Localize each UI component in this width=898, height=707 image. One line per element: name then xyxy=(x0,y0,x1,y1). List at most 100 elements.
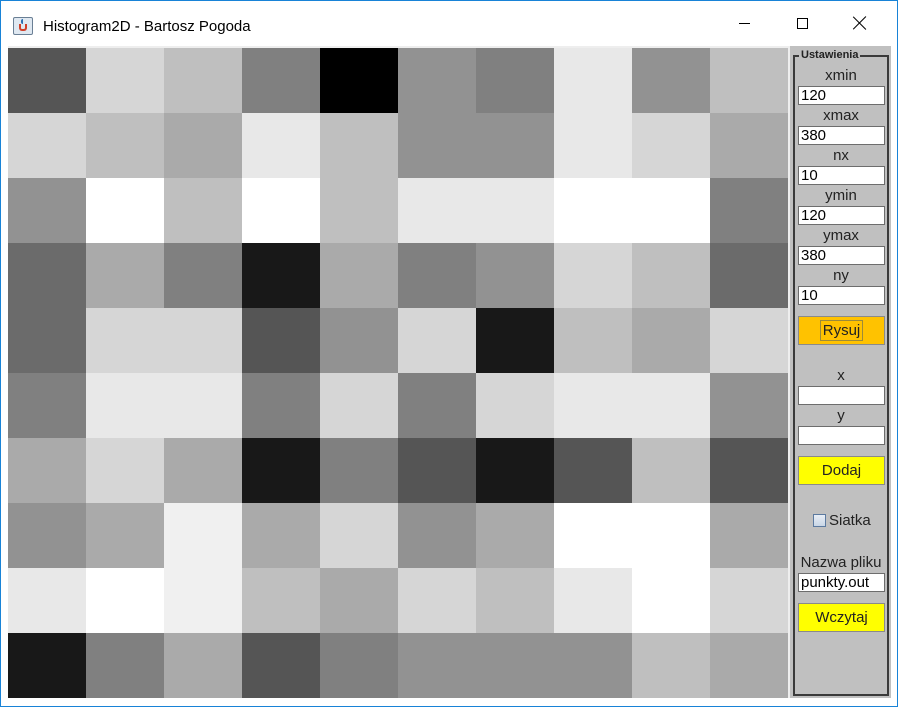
load-button[interactable]: Wczytaj xyxy=(798,603,885,632)
histogram-cell xyxy=(710,633,788,698)
minimize-icon xyxy=(738,22,750,24)
histogram-cell xyxy=(710,568,788,633)
x-input[interactable] xyxy=(798,386,885,405)
histogram-cell xyxy=(86,438,164,503)
histogram-cell xyxy=(476,48,554,113)
close-button[interactable] xyxy=(837,1,883,45)
histogram-cell xyxy=(476,178,554,243)
histogram-cell xyxy=(8,503,86,568)
title-bar[interactable]: Histogram2D - Bartosz Pogoda xyxy=(1,1,897,45)
histogram-cell xyxy=(164,113,242,178)
histogram-cell xyxy=(554,48,632,113)
histogram-cell xyxy=(710,113,788,178)
ymin-input[interactable] xyxy=(798,206,885,225)
histogram-cell xyxy=(86,373,164,438)
histogram-cell xyxy=(242,373,320,438)
histogram-cell xyxy=(242,308,320,373)
histogram-cell xyxy=(476,438,554,503)
histogram-cell xyxy=(320,438,398,503)
histogram-cell xyxy=(398,633,476,698)
histogram-cell xyxy=(632,243,710,308)
histogram-cell xyxy=(242,178,320,243)
histogram-cell xyxy=(476,243,554,308)
histogram-cell xyxy=(710,308,788,373)
y-input[interactable] xyxy=(798,426,885,445)
histogram-cell xyxy=(320,308,398,373)
histogram-cell xyxy=(710,373,788,438)
settings-panel: Ustawienia xmin xmax nx ymin ymax ny Rys… xyxy=(790,46,891,698)
histogram-cell xyxy=(8,438,86,503)
histogram-cell xyxy=(398,503,476,568)
histogram-cell xyxy=(242,113,320,178)
histogram-cell xyxy=(398,243,476,308)
histogram-cell xyxy=(554,178,632,243)
histogram-cell xyxy=(632,178,710,243)
histogram-cell xyxy=(164,48,242,113)
histogram-cell xyxy=(320,243,398,308)
histogram-cell xyxy=(8,373,86,438)
histogram-cell xyxy=(320,178,398,243)
histogram-cell xyxy=(632,373,710,438)
histogram-cell xyxy=(632,438,710,503)
histogram-cell xyxy=(476,568,554,633)
histogram-cell xyxy=(710,48,788,113)
histogram-cell xyxy=(320,113,398,178)
xmin-input[interactable] xyxy=(798,86,885,105)
histogram-cell xyxy=(86,178,164,243)
histogram-cell xyxy=(86,503,164,568)
minimize-button[interactable] xyxy=(721,1,767,45)
histogram-cell xyxy=(632,633,710,698)
histogram-cell xyxy=(554,633,632,698)
grid-toggle[interactable]: Siatka xyxy=(813,512,871,529)
histogram-cell xyxy=(164,633,242,698)
histogram-cell xyxy=(632,568,710,633)
histogram-cell xyxy=(398,438,476,503)
histogram-cell xyxy=(476,308,554,373)
nx-label: nx xyxy=(833,147,849,164)
histogram-cell xyxy=(632,48,710,113)
histogram-cell xyxy=(710,503,788,568)
filename-input[interactable] xyxy=(798,573,885,592)
histogram-canvas[interactable] xyxy=(8,48,790,698)
histogram-cell xyxy=(86,633,164,698)
ymin-label: ymin xyxy=(825,187,857,204)
histogram-cell xyxy=(164,308,242,373)
histogram-cell xyxy=(242,568,320,633)
settings-group: Ustawienia xmin xmax nx ymin ymax ny Rys… xyxy=(793,49,889,696)
xmin-label: xmin xyxy=(825,67,857,84)
ny-label: ny xyxy=(833,267,849,284)
histogram-cell xyxy=(398,113,476,178)
ny-input[interactable] xyxy=(798,286,885,305)
draw-button[interactable]: Rysuj xyxy=(798,316,885,345)
histogram-cell xyxy=(164,438,242,503)
app-window: Histogram2D - Bartosz Pogoda Ustawienia … xyxy=(0,0,898,707)
histogram-cell xyxy=(86,243,164,308)
client-area: Ustawienia xmin xmax nx ymin ymax ny Rys… xyxy=(8,46,891,698)
histogram-cell xyxy=(554,113,632,178)
histogram-cell xyxy=(164,503,242,568)
histogram-cell xyxy=(320,373,398,438)
xmax-input[interactable] xyxy=(798,126,885,145)
histogram-cell xyxy=(554,568,632,633)
histogram-cell xyxy=(320,503,398,568)
histogram-cell xyxy=(554,243,632,308)
maximize-button[interactable] xyxy=(779,1,825,45)
load-button-label: Wczytaj xyxy=(815,609,868,626)
histogram-cell xyxy=(242,48,320,113)
histogram-cell xyxy=(164,243,242,308)
histogram-cell xyxy=(242,438,320,503)
histogram-cell xyxy=(398,373,476,438)
histogram-cell xyxy=(8,633,86,698)
histogram-cell xyxy=(86,308,164,373)
nx-input[interactable] xyxy=(798,166,885,185)
histogram-cell xyxy=(632,503,710,568)
grid-checkbox[interactable] xyxy=(813,514,826,527)
histogram-cell xyxy=(632,308,710,373)
histogram-cell xyxy=(8,308,86,373)
grid-checkbox-label: Siatka xyxy=(829,512,871,529)
y-label: y xyxy=(837,407,845,424)
add-button[interactable]: Dodaj xyxy=(798,456,885,485)
maximize-icon xyxy=(796,17,808,29)
ymax-input[interactable] xyxy=(798,246,885,265)
draw-button-label: Rysuj xyxy=(819,320,864,341)
